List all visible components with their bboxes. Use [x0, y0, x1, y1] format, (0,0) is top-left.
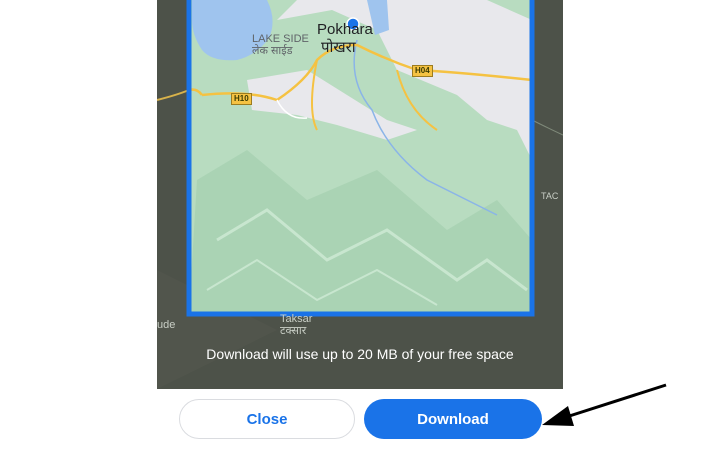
road-shield-h10: H10: [231, 93, 252, 105]
map-canvas: [157, 0, 563, 389]
map-label-village: Taksar: [280, 313, 313, 325]
download-button[interactable]: Download: [364, 399, 542, 439]
arrow-pointer-icon: [542, 383, 667, 426]
map-label-village-ne: टक्सार: [280, 325, 307, 337]
storage-notice: Download will use up to 20 MB of your fr…: [206, 346, 514, 362]
selected-region-map: [188, 0, 533, 312]
map-label-edge-left: ude: [157, 319, 176, 331]
map-label-city: Pokhara: [317, 21, 373, 38]
map-label-lakeside: LAKE SIDE: [252, 33, 309, 45]
map-label-lakeside-ne: लेक साईड: [252, 45, 293, 57]
offline-map-preview[interactable]: LAKE SIDE लेक साईड Pokhara पोखरा H04 H10…: [157, 0, 563, 389]
download-area-dialog: LAKE SIDE लेक साईड Pokhara पोखरा H04 H10…: [157, 0, 563, 450]
map-label-edge-right: TAC: [541, 191, 559, 201]
map-label-city-ne: पोखरा: [321, 39, 356, 56]
road-shield-h04: H04: [412, 65, 433, 77]
close-button[interactable]: Close: [179, 399, 355, 439]
